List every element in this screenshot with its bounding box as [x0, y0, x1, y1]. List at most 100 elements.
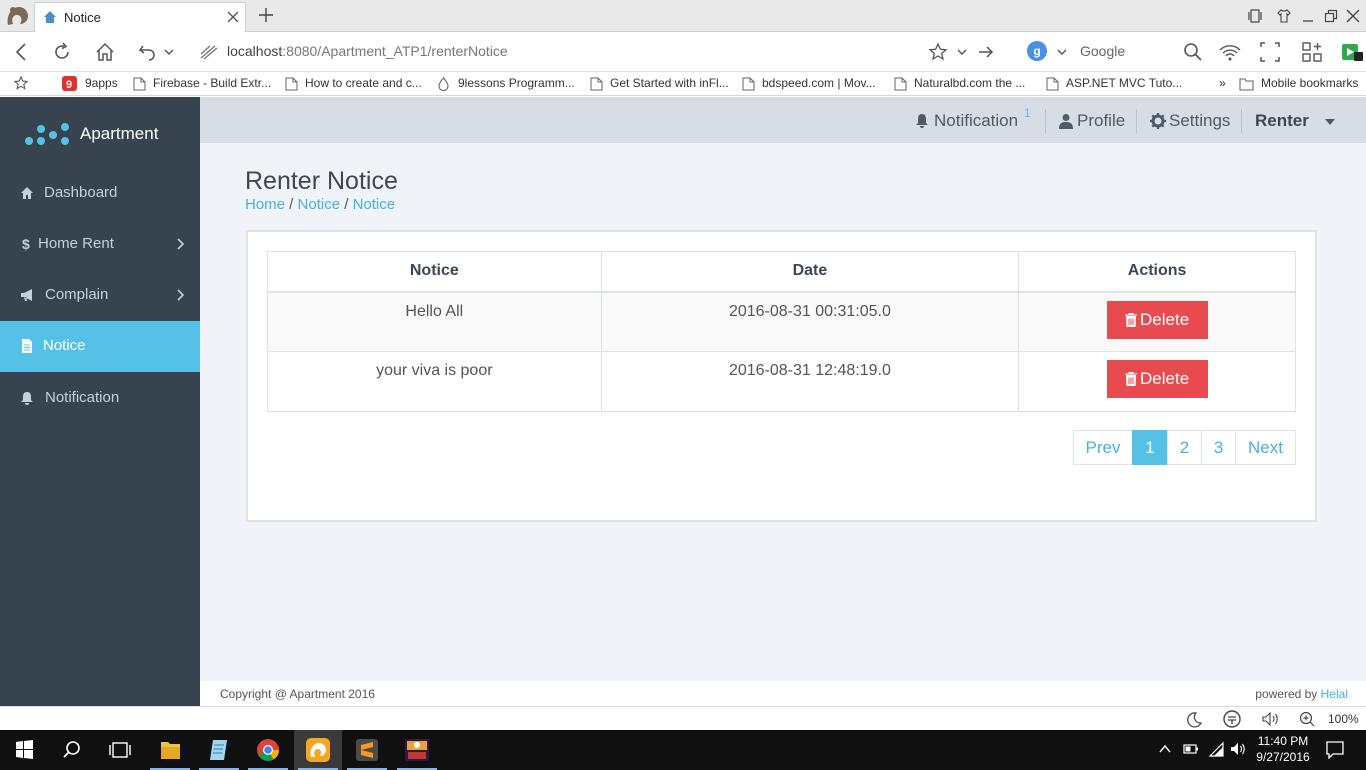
game-icon — [405, 739, 429, 761]
bell-icon — [21, 392, 33, 405]
profile-link[interactable]: Profile — [1077, 111, 1125, 131]
uc-browser-logo-icon[interactable] — [4, 3, 32, 29]
zoom-icon[interactable] — [1299, 711, 1315, 727]
pagination-page-1[interactable]: 1 — [1132, 430, 1168, 465]
pagination-page-2[interactable]: 2 — [1167, 430, 1202, 465]
skin-icon[interactable] — [1277, 9, 1291, 23]
pagination-next[interactable]: Next — [1235, 430, 1296, 465]
data-saver-icon[interactable] — [1222, 710, 1242, 728]
sublime-text-icon — [356, 739, 378, 761]
pagination-prev[interactable]: Prev — [1073, 430, 1133, 465]
delete-label: Delete — [1140, 369, 1190, 388]
bookmark-item[interactable]: Firebase - Build Extr... — [153, 76, 271, 90]
undo-close-tab-icon[interactable] — [138, 42, 158, 62]
user-menu[interactable]: Renter — [1255, 111, 1309, 131]
breadcrumb-home[interactable]: Home — [245, 196, 285, 213]
notice-table: Notice Date Actions Hello All 2016-08-31… — [267, 251, 1296, 412]
chrome-icon — [257, 739, 279, 761]
minimize-icon[interactable] — [1301, 9, 1315, 23]
taskbar-clock[interactable]: 11:40 PM 9/27/2016 — [1252, 733, 1314, 765]
search-icon[interactable] — [48, 730, 96, 770]
close-window-icon[interactable] — [1346, 9, 1360, 23]
bookmark-item[interactable]: Get Started with inFl... — [610, 76, 729, 90]
powered-by-text: powered by Helal — [1255, 687, 1348, 701]
chevron-down-icon[interactable] — [163, 42, 175, 62]
new-tab-icon[interactable] — [258, 7, 274, 23]
uc-browser-app[interactable] — [294, 730, 342, 770]
extensions-icon[interactable] — [1302, 42, 1322, 62]
actions-cell: Delete — [1018, 351, 1296, 412]
notepad-app[interactable] — [195, 730, 243, 770]
bookmark-item[interactable]: Naturalbd.com the ... — [914, 76, 1025, 90]
speaker-icon[interactable] — [1230, 741, 1246, 757]
file-icon — [22, 339, 32, 353]
notification-link[interactable]: Notification — [934, 111, 1018, 131]
bookmark-star-icon[interactable] — [928, 42, 948, 62]
night-mode-icon[interactable] — [1186, 712, 1202, 728]
volume-icon[interactable] — [1262, 712, 1280, 726]
battery-icon[interactable] — [1183, 743, 1199, 755]
column-header-actions: Actions — [1018, 251, 1296, 293]
uc-video-icon[interactable] — [1340, 42, 1364, 62]
sidebar-item-complain[interactable]: Complain — [0, 270, 200, 321]
folder-icon — [1239, 78, 1254, 91]
bookmark-item[interactable]: 9apps — [85, 76, 118, 90]
sidebar-item-home-rent[interactable]: $ Home Rent — [0, 219, 200, 270]
screenshot-icon[interactable] — [1260, 42, 1280, 62]
back-icon[interactable] — [12, 42, 32, 62]
sidebar-item-notification[interactable]: Notification — [0, 373, 200, 424]
reader-mode-icon[interactable] — [1248, 9, 1262, 23]
sublime-text-app[interactable] — [343, 730, 391, 770]
delete-button[interactable]: Delete — [1106, 300, 1208, 339]
active-tab[interactable]: Notice — [34, 2, 246, 32]
windows-start-icon[interactable] — [0, 730, 48, 770]
bookmark-star-outline-icon[interactable] — [13, 76, 29, 90]
sidebar-item-dashboard[interactable]: Dashboard — [0, 168, 200, 219]
task-view-icon[interactable] — [96, 730, 144, 770]
settings-link[interactable]: Settings — [1169, 111, 1230, 131]
site-security-icon[interactable] — [198, 42, 220, 62]
caret-down-icon[interactable] — [1325, 119, 1335, 125]
chrome-app[interactable] — [244, 730, 292, 770]
pagination-page-3[interactable]: 3 — [1201, 430, 1236, 465]
apartment-logo-icon[interactable] — [24, 121, 74, 147]
clock-date: 9/27/2016 — [1256, 750, 1310, 764]
game-app[interactable] — [393, 730, 441, 770]
notepad-icon — [210, 740, 227, 760]
search-engine-icon[interactable]: g — [1027, 41, 1047, 61]
page-title: Renter Notice — [245, 167, 398, 195]
wifi-share-icon[interactable] — [1218, 42, 1242, 62]
close-tab-icon[interactable] — [227, 11, 239, 23]
action-center-icon[interactable] — [1326, 741, 1344, 759]
uc-browser-icon — [306, 738, 330, 762]
bookmark-item[interactable]: How to create and c... — [305, 76, 422, 90]
address-bar[interactable]: localhost:8080/Apartment_ATP1/renterNoti… — [227, 43, 508, 59]
mobile-bookmarks-link[interactable]: Mobile bookmarks — [1261, 76, 1358, 90]
file-explorer-app[interactable] — [146, 730, 194, 770]
bookmark-item[interactable]: 9lessons Programm... — [458, 76, 575, 90]
home-icon — [21, 187, 33, 199]
more-bookmarks-button[interactable]: » — [1219, 76, 1226, 90]
bookmarks-bar: 9 9apps Firebase - Build Extr... How to … — [0, 72, 1366, 96]
breadcrumb-notice-current[interactable]: Notice — [353, 196, 396, 213]
home-icon[interactable] — [95, 42, 115, 62]
restore-icon[interactable] — [1324, 9, 1338, 23]
search-engine-chevron-icon[interactable] — [1055, 42, 1069, 62]
table-row: your viva is poor 2016-08-31 12:48:19.0 … — [267, 351, 1296, 412]
column-header-date: Date — [600, 251, 1020, 293]
wifi-icon[interactable] — [1208, 741, 1224, 757]
zoom-level[interactable]: 100% — [1328, 712, 1359, 726]
delete-button[interactable]: Delete — [1106, 360, 1208, 398]
chevron-up-icon[interactable] — [1159, 744, 1171, 754]
sidebar-item-notice[interactable]: Notice — [0, 321, 200, 372]
search-icon[interactable] — [1183, 42, 1203, 62]
go-arrow-icon[interactable] — [976, 42, 996, 62]
bookmark-item[interactable]: ASP.NET MVC Tuto... — [1066, 76, 1182, 90]
search-input[interactable]: Google — [1080, 43, 1125, 59]
bookmark-item[interactable]: bdspeed.com | Mov... — [762, 76, 876, 90]
breadcrumb-notice[interactable]: Notice — [298, 196, 341, 213]
brand-name[interactable]: Apartment — [80, 124, 158, 144]
reload-icon[interactable] — [52, 42, 72, 62]
author-link[interactable]: Helal — [1321, 687, 1348, 701]
bookmark-menu-chevron-icon[interactable] — [955, 42, 969, 62]
